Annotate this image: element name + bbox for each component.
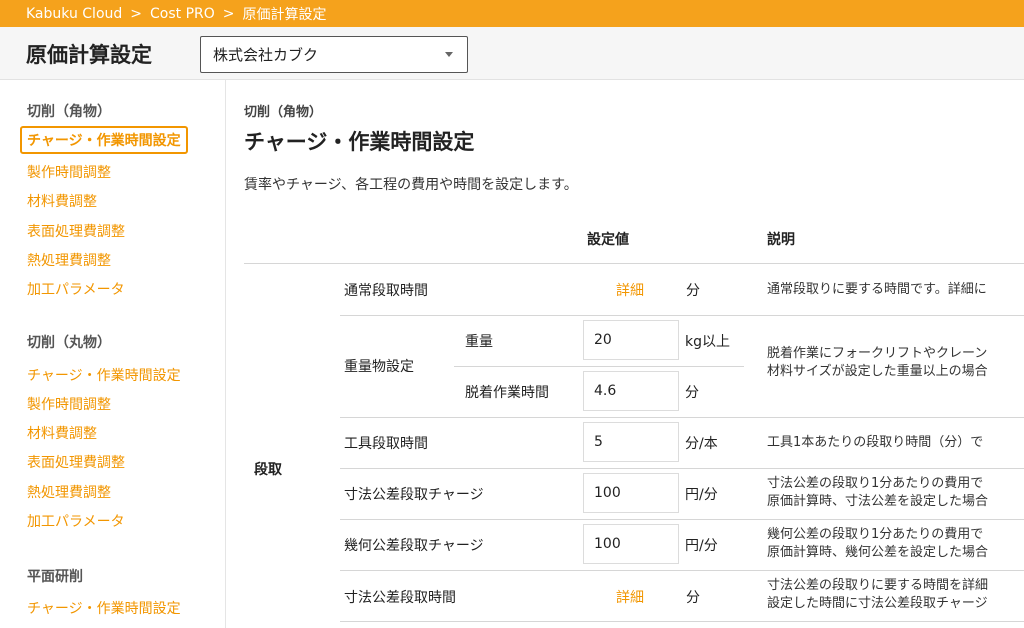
row-description: 寸法公差の段取りに要する時間を詳細	[767, 578, 989, 593]
section-title: チャージ・作業時間設定	[244, 130, 475, 154]
row-label: 寸法公差段取時間	[344, 590, 456, 606]
row-unit: 分/本	[685, 436, 718, 452]
row-label: 幾何公差段取チャージ	[344, 538, 484, 554]
sidebar-group-title: 平面研削	[27, 569, 83, 585]
sidebar-item-surface-cost[interactable]: 表面処理費調整	[27, 221, 125, 241]
row-label: 重量物設定	[344, 359, 414, 375]
group-label: 段取	[254, 462, 282, 478]
geometric-charge-input[interactable]	[583, 524, 679, 564]
row-description: 工具1本あたりの段取り時間（分）で	[767, 435, 984, 450]
column-header-explain: 説明	[767, 232, 795, 248]
divider	[340, 519, 1024, 520]
main-content: 切削（角物） チャージ・作業時間設定 賃率やチャージ、各工程の費用や時間を設定し…	[244, 80, 1024, 628]
row-unit: 分	[686, 590, 700, 606]
breadcrumb-current: 原価計算設定	[242, 6, 327, 23]
divider	[454, 366, 744, 367]
sidebar-item-heat-cost[interactable]: 熱処理費調整	[27, 250, 111, 270]
detail-link[interactable]: 詳細	[616, 587, 644, 607]
row-unit: 円/分	[685, 487, 718, 503]
sidebar-item-material-cost[interactable]: 材料費調整	[27, 423, 97, 443]
row-unit: kg以上	[685, 334, 730, 350]
sidebar-item-parameters[interactable]: 加工パラメータ	[27, 279, 125, 299]
breadcrumb-separator: >	[222, 5, 235, 22]
sidebar-item-charge-time[interactable]: チャージ・作業時間設定	[27, 598, 181, 618]
row-unit: 分	[685, 385, 699, 401]
detach-time-input[interactable]	[583, 371, 679, 411]
company-select[interactable]: 株式会社カブク	[200, 36, 468, 73]
column-header-value: 設定値	[587, 232, 629, 248]
sub-row-label: 脱着作業時間	[465, 385, 549, 401]
row-label: 寸法公差段取チャージ	[344, 487, 484, 503]
company-select-value: 株式会社カブク	[213, 46, 319, 64]
divider	[340, 417, 1024, 418]
row-description: 原価計算時、寸法公差を設定した場合	[767, 494, 989, 509]
row-description: 設定した時間に寸法公差段取チャージ	[767, 596, 988, 611]
row-description: 通常段取りに要する時間です。詳細に	[767, 282, 987, 297]
sidebar-item-parameters[interactable]: 加工パラメータ	[27, 511, 125, 531]
page-header: 原価計算設定 株式会社カブク	[0, 27, 1024, 80]
detail-link[interactable]: 詳細	[616, 280, 644, 300]
section-category: 切削（角物）	[244, 105, 323, 120]
sidebar: 切削（角物） チャージ・作業時間設定 製作時間調整 材料費調整 表面処理費調整 …	[0, 80, 226, 628]
row-unit: 円/分	[685, 538, 718, 554]
sidebar-item-material-cost[interactable]: 材料費調整	[27, 191, 97, 211]
row-description: 寸法公差の段取り1分あたりの費用で	[767, 476, 984, 491]
section-description: 賃率やチャージ、各工程の費用や時間を設定します。	[244, 177, 578, 193]
page-title: 原価計算設定	[26, 43, 152, 67]
breadcrumb: Kabuku Cloud > Cost PRO > 原価計算設定	[0, 0, 1024, 27]
divider	[340, 570, 1024, 571]
sidebar-item-production-time[interactable]: 製作時間調整	[27, 162, 111, 182]
sidebar-group-title: 切削（角物）	[27, 104, 111, 120]
breadcrumb-separator: >	[130, 5, 142, 22]
divider	[340, 621, 1024, 622]
weight-input[interactable]	[583, 320, 679, 360]
divider	[340, 315, 1024, 316]
row-description: 脱着作業にフォークリフトやクレーン	[767, 346, 988, 361]
row-description: 原価計算時、幾何公差を設定した場合	[767, 545, 989, 560]
row-unit: 分	[686, 283, 700, 299]
sidebar-group-title: 切削（丸物）	[27, 335, 111, 351]
sidebar-item-charge-time[interactable]: チャージ・作業時間設定	[27, 365, 181, 385]
sidebar-item-surface-cost[interactable]: 表面処理費調整	[27, 452, 125, 472]
breadcrumb-cost-pro[interactable]: Cost PRO	[150, 6, 215, 22]
sidebar-item-production-time[interactable]: 製作時間調整	[27, 394, 111, 414]
dimension-charge-input[interactable]	[583, 473, 679, 513]
chevron-down-icon	[445, 52, 453, 57]
row-description: 幾何公差の段取り1分あたりの費用で	[767, 527, 984, 542]
divider	[340, 468, 1024, 469]
breadcrumb-kabuku-cloud[interactable]: Kabuku Cloud	[26, 6, 122, 22]
sub-row-label: 重量	[465, 334, 493, 350]
row-description: 材料サイズが設定した重量以上の場合	[767, 364, 988, 379]
row-label: 通常段取時間	[344, 283, 428, 299]
sidebar-item-charge-time[interactable]: チャージ・作業時間設定	[20, 126, 188, 154]
divider	[244, 263, 1024, 264]
sidebar-item-heat-cost[interactable]: 熱処理費調整	[27, 482, 111, 502]
row-label: 工具段取時間	[344, 436, 428, 452]
tool-setup-time-input[interactable]	[583, 422, 679, 462]
